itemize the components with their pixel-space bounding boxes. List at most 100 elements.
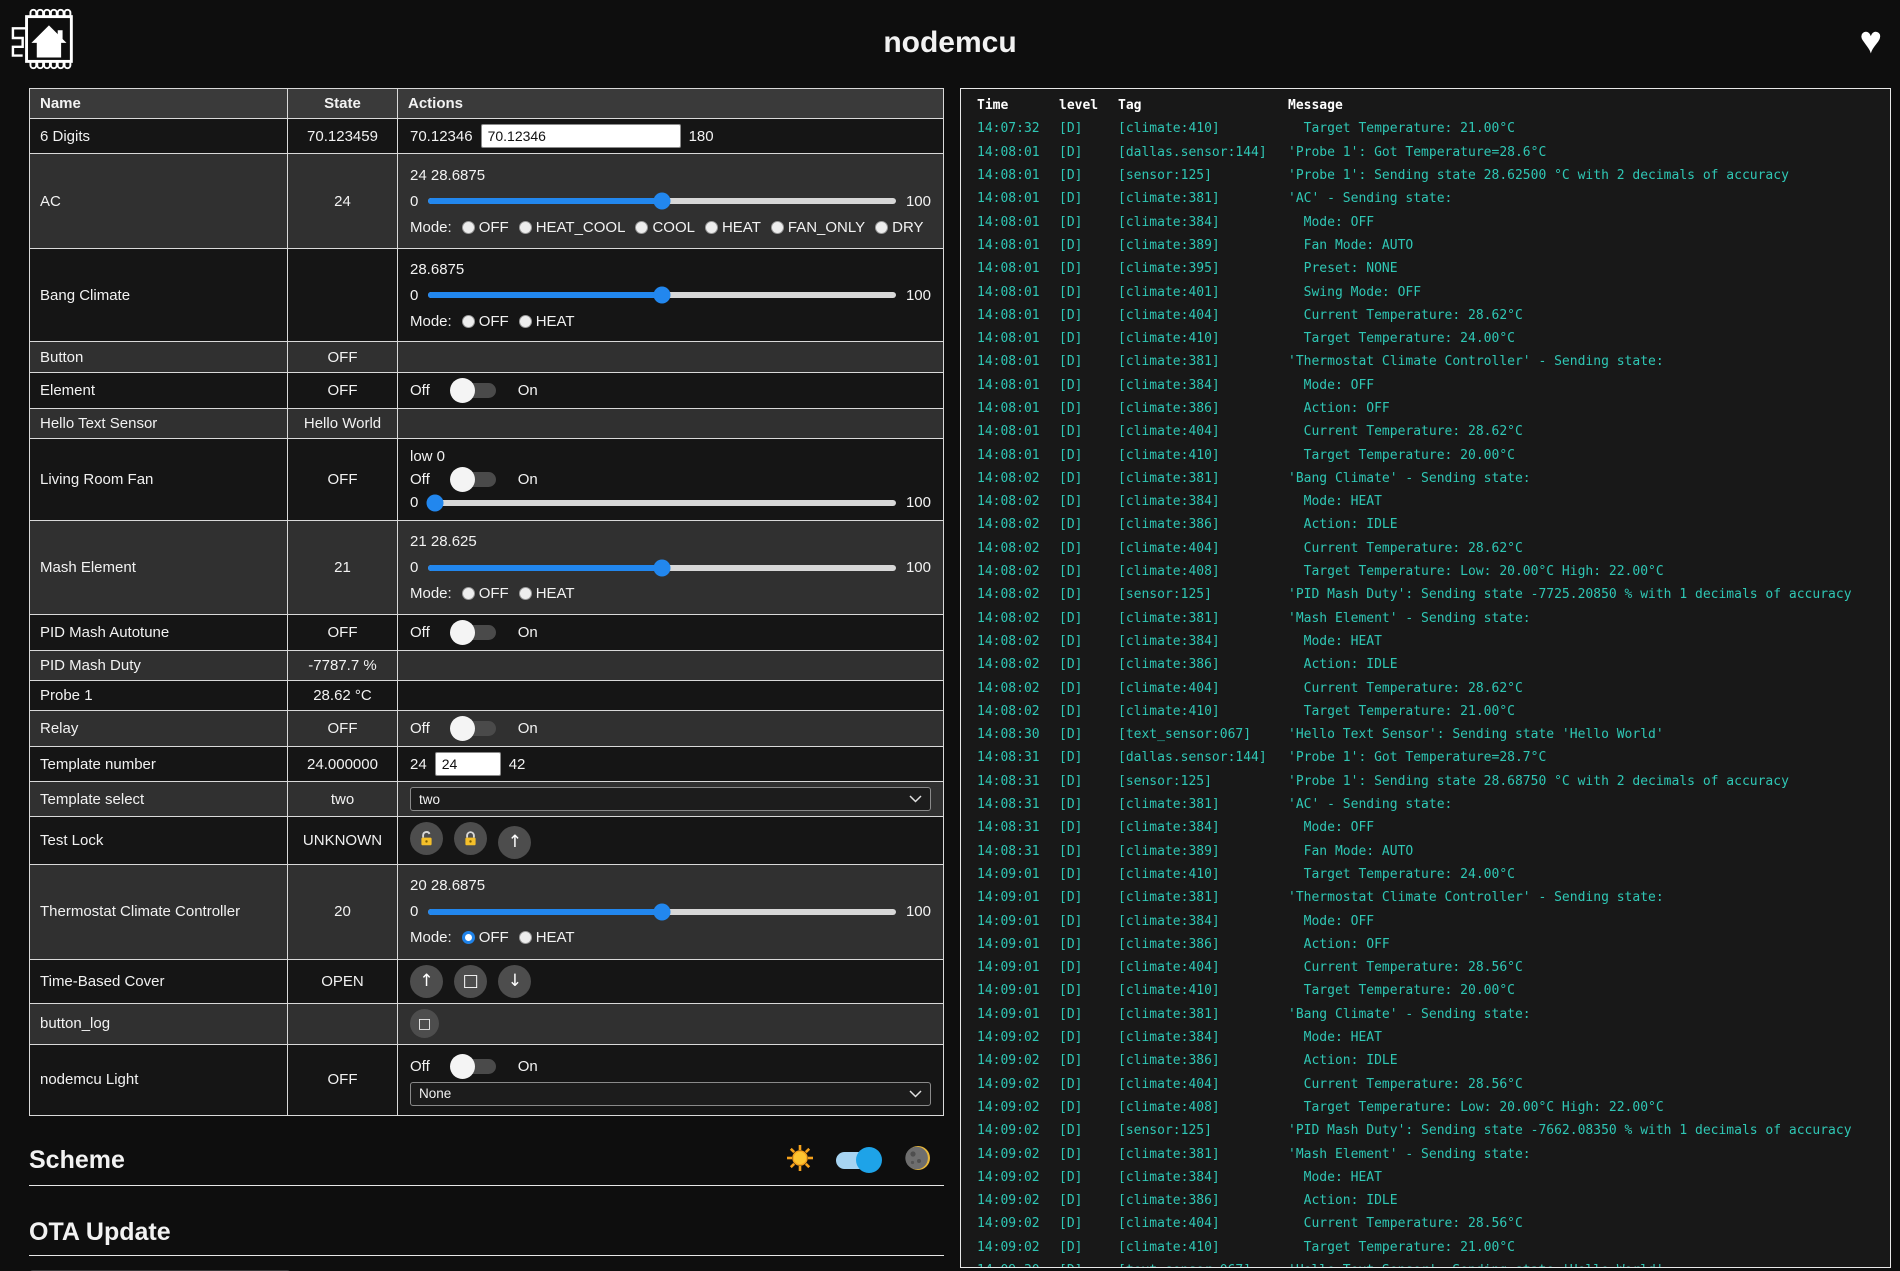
table-row: Button OFF <box>30 342 944 373</box>
fan-speed-slider[interactable] <box>428 500 896 506</box>
log-row: 14:09:02 [D] [sensor:125] 'PID Mash Duty… <box>977 1119 1878 1142</box>
entities-table: Name State Actions 6 Digits 70.123459 70… <box>29 88 944 1116</box>
pid-autotune-toggle-switch[interactable] <box>450 620 498 645</box>
switch-knob <box>450 716 475 741</box>
number-current-value: 70.12346 <box>410 128 473 145</box>
log-row: 14:08:31 [D] [sensor:125] 'Probe 1': Sen… <box>977 770 1878 793</box>
relay-toggle-switch[interactable] <box>450 716 498 741</box>
table-row: Template number 24.000000 24 42 <box>30 747 944 782</box>
cover-open-button[interactable]: ↑ <box>410 965 443 998</box>
cover-close-button[interactable]: ↓ <box>498 965 531 998</box>
mash-element-target-slider[interactable] <box>428 565 896 571</box>
log-row: 14:08:02 [D] [climate:384] Mode: HEAT <box>977 490 1878 513</box>
page-title: nodemcu <box>0 26 1900 60</box>
table-row: 6 Digits 70.123459 70.12346 180 <box>30 119 944 154</box>
log-row: 14:09:01 [D] [climate:381] 'Thermostat C… <box>977 886 1878 909</box>
log-column-level: level <box>1059 94 1118 117</box>
button-log-press-button[interactable]: □ <box>410 1009 439 1038</box>
bang-mode-heat-radio[interactable]: HEAT <box>519 313 575 330</box>
stop-square-icon: □ <box>463 971 479 991</box>
log-column-message: Message <box>1288 94 1878 117</box>
log-row: 14:08:02 [D] [climate:384] Mode: HEAT <box>977 630 1878 653</box>
heart-icon: ♥ <box>1859 22 1882 60</box>
log-row: 14:08:02 [D] [climate:404] Current Tempe… <box>977 537 1878 560</box>
ac-mode-heat-cool-radio[interactable]: HEAT_COOL <box>519 219 626 236</box>
log-row: 14:08:02 [D] [climate:381] 'Mash Element… <box>977 607 1878 630</box>
lock-button[interactable] <box>454 822 487 855</box>
switch-knob <box>450 467 475 492</box>
column-header-actions: Actions <box>398 89 944 119</box>
bang-mode-off-radio[interactable]: OFF <box>462 313 509 330</box>
mash-mode-heat-radio[interactable]: HEAT <box>519 585 575 602</box>
table-row: Template select two two <box>30 782 944 817</box>
fan-speed-label: low 0 <box>410 448 931 465</box>
log-column-time: Time <box>977 94 1059 117</box>
log-row: 14:08:31 [D] [climate:384] Mode: OFF <box>977 816 1878 839</box>
log-row: 14:08:02 [D] [climate:410] Target Temper… <box>977 700 1878 723</box>
light-toggle-switch[interactable] <box>450 1054 498 1079</box>
log-row: 14:09:01 [D] [climate:404] Current Tempe… <box>977 956 1878 979</box>
table-row: AC 24 24 28.6875 0 100 Mode: OFF HEAT_CO… <box>30 154 944 249</box>
unlock-button[interactable] <box>410 822 443 855</box>
slider-min-label: 0 <box>410 559 418 576</box>
bang-climate-target-slider[interactable] <box>428 292 896 298</box>
table-row: PID Mash Duty -7787.7 % <box>30 651 944 681</box>
log-row: 14:08:01 [D] [climate:410] Target Temper… <box>977 327 1878 350</box>
log-row: 14:08:01 [D] [sensor:125] 'Probe 1': Sen… <box>977 164 1878 187</box>
log-row: 14:09:02 [D] [climate:386] Action: IDLE <box>977 1189 1878 1212</box>
slider-max-label: 100 <box>906 559 931 576</box>
toggle-on-label: On <box>518 1058 538 1075</box>
scheme-title: Scheme <box>29 1146 125 1175</box>
thermostat-target-slider[interactable] <box>428 909 896 915</box>
table-row: Bang Climate 28.6875 0 100 Mode: OFF HEA… <box>30 249 944 342</box>
six-digits-number-input[interactable] <box>481 124 681 148</box>
log-row: 14:08:02 [D] [climate:386] Action: IDLE <box>977 513 1878 536</box>
log-row: 14:09:02 [D] [climate:404] Current Tempe… <box>977 1212 1878 1235</box>
climate-target-current-label: 21 28.625 <box>410 533 931 550</box>
radio-icon <box>519 315 532 328</box>
log-row: 14:08:01 [D] [climate:381] 'Thermostat C… <box>977 350 1878 373</box>
log-row: 14:09:02 [D] [climate:408] Target Temper… <box>977 1096 1878 1119</box>
thermostat-mode-heat-radio[interactable]: HEAT <box>519 929 575 946</box>
slider-min-label: 0 <box>410 287 418 304</box>
ac-mode-off-radio[interactable]: OFF <box>462 219 509 236</box>
slider-min-label: 0 <box>410 494 418 511</box>
toggle-off-label: Off <box>410 720 430 737</box>
log-row: 14:08:01 [D] [climate:410] Target Temper… <box>977 443 1878 466</box>
element-toggle-switch[interactable] <box>450 378 498 403</box>
log-row: 14:08:31 [D] [climate:381] 'AC' - Sendin… <box>977 793 1878 816</box>
chevron-down-icon <box>909 1090 922 1098</box>
log-row: 14:09:01 [D] [climate:384] Mode: OFF <box>977 909 1878 932</box>
radio-icon <box>705 221 718 234</box>
ac-mode-heat-radio[interactable]: HEAT <box>705 219 761 236</box>
table-row: Hello Text Sensor Hello World <box>30 409 944 439</box>
switch-knob <box>450 1054 475 1079</box>
template-number-input[interactable] <box>435 752 501 776</box>
table-row: PID Mash Autotune OFF Off On <box>30 615 944 651</box>
template-select-dropdown[interactable]: two <box>410 787 931 811</box>
column-header-name: Name <box>30 89 288 119</box>
radio-icon <box>771 221 784 234</box>
scheme-toggle-switch[interactable] <box>836 1147 882 1173</box>
table-row: Test Lock UNKNOWN <box>30 817 944 865</box>
log-panel[interactable]: Time level Tag Message 14:07:32 [D] [cli… <box>960 88 1891 1268</box>
log-row: 14:09:02 [D] [climate:386] Action: IDLE <box>977 1049 1878 1072</box>
log-row: 14:08:02 [D] [sensor:125] 'PID Mash Duty… <box>977 583 1878 606</box>
thermostat-mode-off-radio[interactable]: OFF <box>462 929 509 946</box>
log-row: 14:08:02 [D] [climate:404] Current Tempe… <box>977 676 1878 699</box>
cover-stop-button[interactable]: □ <box>454 965 487 998</box>
toggle-on-label: On <box>518 471 538 488</box>
arrow-down-icon: ↓ <box>508 971 522 991</box>
log-table: Time level Tag Message 14:07:32 [D] [cli… <box>977 94 1878 1268</box>
ac-mode-cool-radio[interactable]: COOL <box>635 219 695 236</box>
log-row: 14:08:02 [D] [climate:381] 'Bang Climate… <box>977 467 1878 490</box>
ac-target-slider[interactable] <box>428 198 896 204</box>
slider-max-label: 100 <box>906 903 931 920</box>
ac-mode-fan-only-radio[interactable]: FAN_ONLY <box>771 219 865 236</box>
fan-toggle-switch[interactable] <box>450 467 498 492</box>
light-effect-dropdown[interactable]: None <box>410 1082 931 1106</box>
ac-mode-dry-radio[interactable]: DRY <box>875 219 923 236</box>
mash-mode-off-radio[interactable]: OFF <box>462 585 509 602</box>
lock-open-button[interactable]: ↑ <box>498 826 531 859</box>
entities-column: Name State Actions 6 Digits 70.123459 70… <box>29 88 944 1271</box>
